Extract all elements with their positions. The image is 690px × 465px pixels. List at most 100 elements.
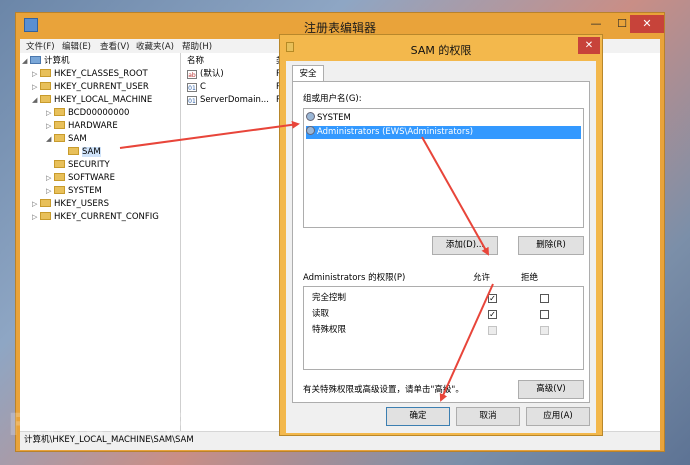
user-group-icon	[306, 126, 315, 135]
collapsed-icon[interactable]: ▷	[32, 68, 40, 81]
tree-node-hklm[interactable]: ◢ HKEY_LOCAL_MACHINE	[32, 94, 180, 107]
tree-node-computer[interactable]: ◢ 计算机	[22, 55, 180, 68]
collapsed-icon[interactable]: ▷	[46, 185, 54, 198]
tree-label: HKEY_CLASSES_ROOT	[54, 69, 148, 79]
users-list[interactable]: SYSTEM Administrators (EWS\Administrator…	[303, 108, 584, 228]
deny-header: 拒绝	[521, 273, 539, 283]
group-users-label: 组或用户名(G):	[303, 94, 362, 104]
collapsed-icon[interactable]: ▷	[32, 198, 40, 211]
string-value-icon: ab	[187, 70, 197, 79]
menu-favorites[interactable]: 收藏夹(A)	[136, 40, 174, 52]
tree-label: HKEY_CURRENT_CONFIG	[54, 212, 159, 222]
user-item-administrators[interactable]: Administrators (EWS\Administrators)	[306, 126, 581, 139]
allow-header: 允许	[473, 273, 491, 283]
tree-node-bcd[interactable]: ▷ BCD00000000	[46, 107, 180, 120]
expanded-icon[interactable]: ◢	[22, 55, 30, 68]
permissions-list: 完全控制 ✓ 读取 ✓ 特殊权限	[303, 286, 584, 370]
tree-node-system[interactable]: ▷ SYSTEM	[46, 185, 180, 198]
advanced-button[interactable]: 高级(V)	[518, 380, 584, 399]
tree-node-hku[interactable]: ▷ HKEY_USERS	[32, 198, 180, 211]
expanded-icon[interactable]: ◢	[32, 94, 40, 107]
tree-node-sam[interactable]: ◢ SAM	[46, 133, 180, 146]
tree-label: HARDWARE	[68, 121, 118, 131]
minimize-button[interactable]: —	[584, 15, 608, 33]
tree-label: HKEY_CURRENT_USER	[54, 82, 149, 92]
add-button[interactable]: 添加(D)...	[432, 236, 498, 255]
deny-read-checkbox[interactable]	[540, 310, 549, 319]
user-group-icon	[306, 112, 315, 121]
tree-node-hkcr[interactable]: ▷ HKEY_CLASSES_ROOT	[32, 68, 180, 81]
menu-help[interactable]: 帮助(H)	[182, 40, 212, 52]
tree-node-hardware[interactable]: ▷ HARDWARE	[46, 120, 180, 133]
folder-icon	[54, 186, 65, 194]
tree-label: SECURITY	[68, 160, 110, 170]
deny-full-control-checkbox[interactable]	[540, 294, 549, 303]
menu-file[interactable]: 文件(F)	[26, 40, 55, 52]
user-label: Administrators (EWS\Administrators)	[317, 127, 474, 137]
collapsed-icon[interactable]: ▷	[46, 107, 54, 120]
collapsed-icon[interactable]: ▷	[46, 172, 54, 185]
advanced-hint: 有关特殊权限或高级设置，请单击"高级"。	[303, 385, 464, 395]
folder-icon	[68, 147, 79, 155]
collapsed-icon[interactable]: ▷	[46, 120, 54, 133]
registry-tree[interactable]: ◢ 计算机 ▷ HKEY_CLASSES_ROOT ▷ HKEY_CURRENT_US…	[20, 53, 181, 431]
tree-label: 计算机	[44, 56, 70, 66]
tree-label: HKEY_USERS	[54, 199, 110, 209]
user-label: SYSTEM	[317, 113, 351, 123]
tree-node-software[interactable]: ▷ SOFTWARE	[46, 172, 180, 185]
collapsed-icon[interactable]: ▷	[32, 211, 40, 224]
deny-special-checkbox	[540, 326, 549, 335]
binary-value-icon: 01	[187, 83, 197, 92]
tree-label: SYSTEM	[68, 186, 102, 196]
folder-icon	[54, 108, 65, 116]
folder-icon	[54, 121, 65, 129]
expanded-icon[interactable]: ◢	[46, 133, 54, 146]
tree-node-hkcu[interactable]: ▷ HKEY_CURRENT_USER	[32, 81, 180, 94]
folder-icon	[40, 199, 51, 207]
computer-icon	[30, 56, 41, 64]
tree-node-hkcc[interactable]: ▷ HKEY_CURRENT_CONFIG	[32, 211, 180, 224]
tree-label: BCD00000000	[68, 108, 130, 118]
value-name: (默认)	[200, 69, 224, 79]
ok-button[interactable]: 确定	[386, 407, 450, 426]
folder-open-icon	[54, 134, 65, 142]
folder-open-icon	[40, 95, 51, 103]
tree-node-sam-sam[interactable]: SAM	[60, 146, 180, 159]
permission-read: 读取	[312, 309, 330, 319]
folder-icon	[40, 69, 51, 77]
tree-label: SAM	[68, 134, 87, 144]
tree-node-security[interactable]: SECURITY	[46, 159, 180, 172]
watermark: FREEBUF	[8, 408, 189, 443]
dialog-body: 安全 组或用户名(G): SYSTEM Administrators (EWS\…	[286, 61, 596, 433]
remove-button[interactable]: 删除(R)	[518, 236, 584, 255]
security-panel: 组或用户名(G): SYSTEM Administrators (EWS\Adm…	[292, 81, 590, 403]
value-name: C	[200, 82, 206, 92]
folder-icon	[54, 173, 65, 181]
permission-full-control: 完全控制	[312, 293, 347, 303]
user-item-system[interactable]: SYSTEM	[306, 112, 581, 125]
permissions-dialog: SAM 的权限 ✕ 安全 组或用户名(G): SYSTEM Administra…	[279, 34, 603, 436]
tab-security[interactable]: 安全	[292, 65, 324, 82]
apply-button[interactable]: 应用(A)	[526, 407, 590, 426]
cancel-button[interactable]: 取消	[456, 407, 520, 426]
menu-edit[interactable]: 编辑(E)	[62, 40, 91, 52]
permission-special: 特殊权限	[312, 325, 347, 335]
allow-special-checkbox	[488, 326, 497, 335]
dialog-close-button[interactable]: ✕	[578, 37, 600, 54]
collapsed-icon[interactable]: ▷	[32, 81, 40, 94]
tree-label-selected: SAM	[82, 147, 101, 157]
binary-value-icon: 01	[187, 96, 197, 105]
allow-read-checkbox[interactable]: ✓	[488, 310, 497, 319]
permissions-label: Administrators 的权限(P)	[303, 273, 406, 283]
menu-view[interactable]: 查看(V)	[100, 40, 129, 52]
close-button[interactable]: ✕	[630, 15, 664, 33]
allow-full-control-checkbox[interactable]: ✓	[488, 294, 497, 303]
value-name: ServerDomain...	[200, 95, 269, 105]
folder-icon	[40, 82, 51, 90]
folder-icon	[40, 212, 51, 220]
folder-icon	[54, 160, 65, 168]
tree-label: SOFTWARE	[68, 173, 116, 183]
tree-label: HKEY_LOCAL_MACHINE	[54, 95, 153, 105]
column-header-name[interactable]: 名称	[187, 56, 204, 66]
dialog-title: SAM 的权限	[410, 44, 472, 57]
